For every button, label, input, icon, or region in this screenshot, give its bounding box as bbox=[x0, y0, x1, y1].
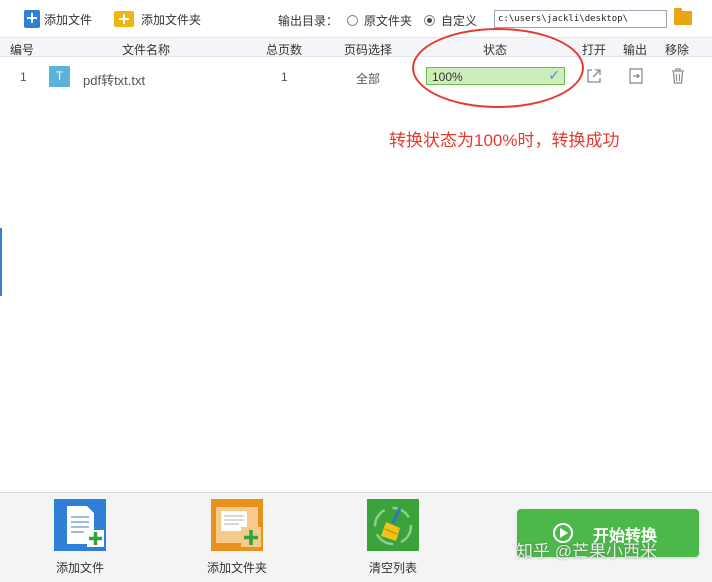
txt-file-icon: T bbox=[49, 66, 70, 87]
radio-original-label: 原文件夹 bbox=[364, 14, 413, 28]
row-page-select[interactable]: 全部 bbox=[356, 70, 380, 87]
row-pages: 1 bbox=[281, 70, 288, 84]
toolbar: 添加文件 添加文件夹 输出目录： 原文件夹 自定义 bbox=[0, 0, 712, 36]
add-file-label: 添加文件 bbox=[44, 12, 93, 27]
add-folder-large-icon bbox=[211, 499, 263, 551]
header-name: 文件名称 bbox=[122, 43, 171, 57]
left-edge-accent bbox=[0, 228, 2, 296]
row-file-name: pdf转txt.txt bbox=[83, 73, 146, 88]
trash-icon[interactable] bbox=[669, 67, 687, 85]
footer-add-file-label: 添加文件 bbox=[55, 561, 104, 575]
add-folder-label: 添加文件夹 bbox=[141, 12, 202, 27]
radio-custom-folder[interactable]: 自定义 bbox=[424, 12, 477, 29]
footer-add-folder-button[interactable]: 添加文件夹 bbox=[187, 499, 287, 579]
header-output: 输出 bbox=[623, 43, 648, 57]
radio-custom-label: 自定义 bbox=[441, 14, 478, 28]
radio-dot-selected bbox=[424, 15, 435, 26]
row-no: 1 bbox=[20, 70, 27, 84]
annotation-text: 转换状态为100%时，转换成功 bbox=[389, 131, 620, 150]
add-file-icon bbox=[24, 10, 40, 28]
radio-dot bbox=[347, 15, 358, 26]
header-remove: 移除 bbox=[665, 43, 690, 57]
export-icon[interactable] bbox=[627, 67, 645, 85]
header-page-select: 页码选择 bbox=[344, 43, 393, 57]
table-header: 编号 文件名称 总页数 页码选择 状态 打开 输出 移除 bbox=[0, 37, 712, 57]
output-path-input[interactable] bbox=[494, 10, 667, 28]
radio-original-folder[interactable]: 原文件夹 bbox=[347, 12, 412, 29]
clear-list-label: 清空列表 bbox=[368, 561, 417, 575]
broom-icon bbox=[367, 499, 419, 551]
footer-add-folder-label: 添加文件夹 bbox=[206, 561, 267, 575]
clear-list-button[interactable]: 清空列表 bbox=[343, 499, 443, 579]
add-file-large-icon bbox=[54, 499, 106, 551]
header-open: 打开 bbox=[582, 43, 607, 57]
add-file-button[interactable]: 添加文件 bbox=[24, 8, 92, 30]
watermark: 知乎 @芒果小西米 bbox=[516, 542, 657, 561]
header-no: 编号 bbox=[10, 43, 35, 57]
external-link-icon[interactable] bbox=[585, 67, 603, 85]
add-folder-icon bbox=[114, 11, 134, 27]
annotation-ellipse bbox=[412, 28, 584, 108]
output-dir-label: 输出目录： bbox=[278, 14, 339, 28]
browse-folder-icon[interactable] bbox=[674, 8, 692, 25]
footer-add-file-button[interactable]: 添加文件 bbox=[30, 499, 130, 579]
header-pages: 总页数 bbox=[266, 43, 303, 57]
add-folder-button[interactable]: 添加文件夹 bbox=[114, 8, 201, 30]
